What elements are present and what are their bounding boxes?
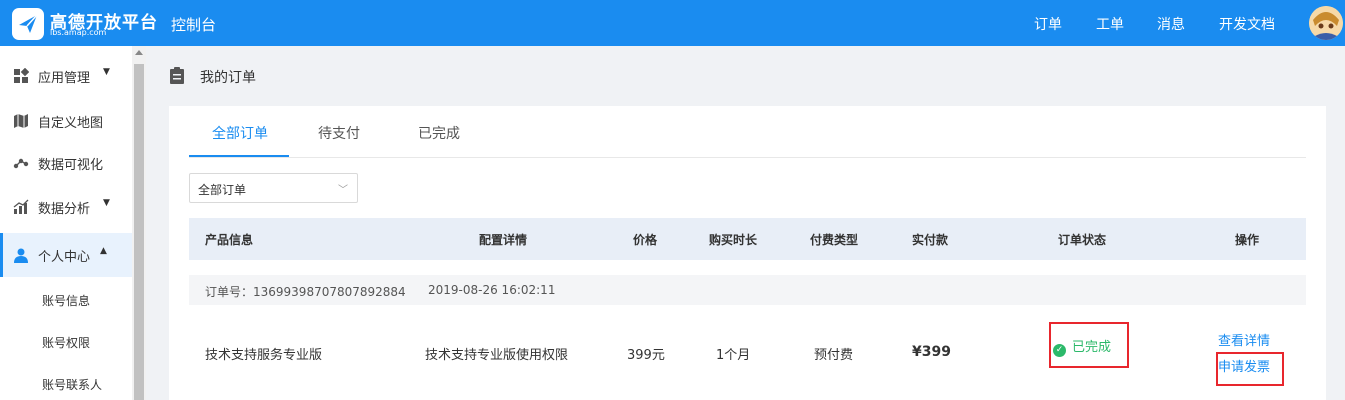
nav-orders[interactable]: 订单 — [1034, 14, 1062, 34]
check-circle-icon: ✓ — [1053, 344, 1066, 357]
chevron-down-icon: ﹀ — [338, 185, 348, 196]
order-number: 订单号：13699398707807892884 — [205, 285, 406, 299]
order-filter-value: 全部订单 — [198, 183, 247, 197]
chevron-up-icon: ▲ — [100, 246, 107, 256]
sidebar-item-custom-map[interactable]: 自定义地图 — [0, 101, 132, 141]
tab-all-orders[interactable]: 全部订单 — [212, 123, 268, 143]
user-icon — [14, 248, 28, 263]
pay-type: 预付费 — [814, 348, 854, 363]
request-invoice-link[interactable]: 申请发票 — [1218, 356, 1270, 375]
logo-subtitle: lbs.amap.com — [50, 28, 107, 37]
logo-icon — [12, 8, 44, 40]
scrollbar-thumb[interactable] — [134, 64, 144, 400]
price: 399元 — [627, 348, 665, 363]
sidebar-item-data-analysis[interactable]: 数据分析 ▼ — [0, 187, 132, 227]
column-order-status: 订单状态 — [1058, 233, 1107, 247]
sidebar: 应用管理 ▼ 自定义地图 数据可视化 数据分析 ▼ 个人中心 ▲ 账号信息 账号… — [0, 46, 132, 400]
duration: 1个月 — [716, 348, 751, 363]
visualization-icon — [13, 158, 29, 169]
sidebar-subitem-account-permissions[interactable]: 账号权限 — [42, 334, 90, 351]
clipboard-icon — [170, 67, 184, 84]
tabs-divider — [189, 157, 1306, 158]
status-badge: ✓ 已完成 — [1053, 336, 1111, 357]
order-filter-select[interactable]: 全部订单 ﹀ — [189, 173, 358, 203]
nav-tickets[interactable]: 工单 — [1096, 14, 1124, 34]
tab-pending-payment[interactable]: 待支付 — [318, 123, 360, 143]
sidebar-item-data-visualization[interactable]: 数据可视化 — [0, 143, 132, 183]
paid-amount: ¥399 — [912, 344, 951, 360]
console-title[interactable]: 控制台 — [171, 14, 216, 35]
sidebar-subitem-account-contacts[interactable]: 账号联系人 — [42, 376, 102, 393]
sidebar-item-label: 数据分析 — [38, 202, 91, 217]
column-actions: 操作 — [1235, 233, 1260, 247]
sidebar-item-label: 个人中心 — [38, 250, 91, 265]
column-product-info: 产品信息 — [205, 233, 254, 247]
config-details: 技术支持专业版使用权限 — [425, 348, 569, 363]
order-info-bar: 订单号：13699398707807892884 2019-08-26 16:0… — [189, 275, 1306, 305]
apps-icon — [14, 68, 29, 83]
sidebar-scrollbar[interactable] — [132, 46, 146, 400]
status-highlight-box: ✓ 已完成 — [1049, 322, 1129, 368]
top-bar: 高德开放平台 lbs.amap.com 控制台 订单 工单 消息 开发文档 — [0, 0, 1345, 46]
page-title: 我的订单 — [200, 70, 256, 86]
sidebar-subitem-account-info[interactable]: 账号信息 — [42, 292, 90, 309]
table-header: 产品信息 配置详情 价格 购买时长 付费类型 实付款 订单状态 操作 — [189, 218, 1306, 260]
sidebar-item-app-management[interactable]: 应用管理 ▼ — [0, 56, 132, 96]
nav-docs[interactable]: 开发文档 — [1219, 14, 1275, 34]
tab-completed[interactable]: 已完成 — [418, 123, 460, 143]
column-duration: 购买时长 — [709, 233, 758, 247]
sidebar-item-label: 应用管理 — [38, 71, 91, 86]
nav-messages[interactable]: 消息 — [1157, 14, 1185, 34]
column-price: 价格 — [633, 233, 658, 247]
sidebar-item-label: 数据可视化 — [38, 158, 104, 173]
view-details-link[interactable]: 查看详情 — [1218, 330, 1270, 349]
map-icon — [14, 114, 28, 128]
analytics-icon — [13, 199, 29, 214]
status-text: 已完成 — [1072, 340, 1112, 355]
chevron-down-icon: ▼ — [103, 67, 110, 77]
sidebar-item-personal-center[interactable]: 个人中心 ▲ — [0, 233, 132, 277]
product-name: 技术支持服务专业版 — [205, 348, 323, 363]
orders-card: 全部订单 待支付 已完成 全部订单 ﹀ 产品信息 配置详情 价格 购买时长 付费… — [169, 106, 1326, 400]
chevron-down-icon: ▼ — [103, 198, 110, 208]
column-pay-type: 付费类型 — [810, 233, 859, 247]
column-config-details: 配置详情 — [479, 233, 528, 247]
column-paid-amount: 实付款 — [912, 233, 949, 247]
sidebar-item-label: 自定义地图 — [38, 116, 104, 131]
scroll-up-icon[interactable] — [135, 50, 143, 55]
logo[interactable]: 高德开放平台 lbs.amap.com — [12, 8, 157, 40]
avatar[interactable] — [1309, 6, 1343, 40]
order-time: 2019-08-26 16:02:11 — [428, 283, 556, 297]
